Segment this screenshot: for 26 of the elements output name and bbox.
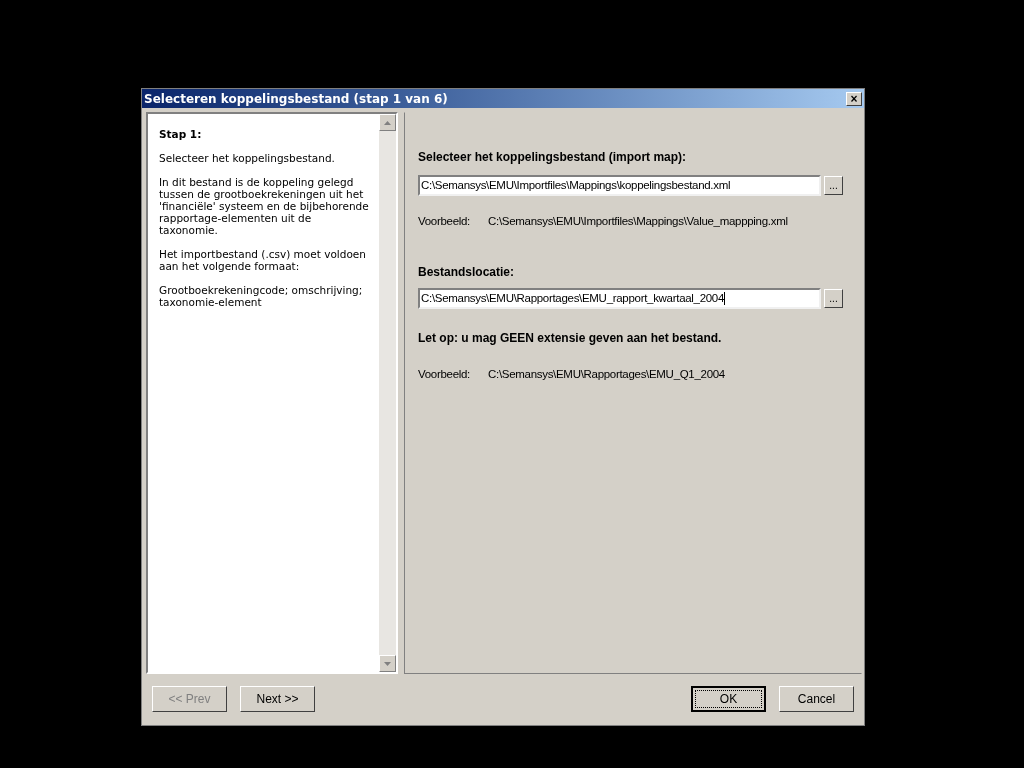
path-field[interactable]: C:\Semansys\EMU\Importfiles\Mappings\koppelingsbestand.xml: [418, 175, 821, 196]
example-path: C:\Semansys\EMU\Rapportages\EMU_Q1_2004: [488, 367, 725, 383]
wizard-button[interactable]: Cancel: [779, 686, 854, 712]
down-arrow-icon: [384, 661, 391, 666]
step-heading: Stap 1:: [159, 128, 203, 140]
wizard-button[interactable]: OK: [691, 686, 766, 712]
help-text: In dit bestand is de koppeling gelegd tussen de grootboekrekeningen uit het 'financiële' systeem en de bijbehorende rapportage-elementen uit de taxonomie.: [159, 176, 369, 236]
scrollbar[interactable]: [379, 114, 396, 672]
up-arrow-icon: [384, 120, 391, 125]
field-label: Bestandslocatie:: [418, 264, 516, 282]
wizard-button[interactable]: Next >>: [240, 686, 315, 712]
example-path: C:\Semansys\EMU\Importfiles\Mappings\Value_mappping.xml: [488, 214, 788, 229]
help-text: Selecteer het koppelingsbestand.: [159, 152, 336, 164]
warning-text: Let op: u mag GEEN extensie geven aan het bestand.: [418, 330, 723, 348]
help-text: Het importbestand (.csv) moet voldoen aan het volgende formaat:: [159, 248, 367, 272]
example-label: Voorbeeld:: [418, 367, 471, 383]
help-text: Grootboekrekeningcode; omschrijving; taxonomie-element: [159, 284, 364, 308]
window-title: Selecteren koppelingsbestand (stap 1 van 6): [144, 90, 448, 108]
path-field[interactable]: C:\Semansys\EMU\Rapportages\EMU_rapport_kwartaal_2004: [418, 288, 821, 310]
close-button[interactable]: ×: [846, 91, 862, 106]
example-label: Voorbeeld:: [418, 214, 471, 229]
field-label: Selecteer het koppelingsbestand (import map):: [418, 149, 688, 166]
scroll-down-button[interactable]: [379, 655, 396, 672]
browse-button[interactable]: ...: [824, 176, 843, 195]
scroll-up-button[interactable]: [379, 114, 396, 131]
browse-button[interactable]: ...: [824, 289, 843, 309]
